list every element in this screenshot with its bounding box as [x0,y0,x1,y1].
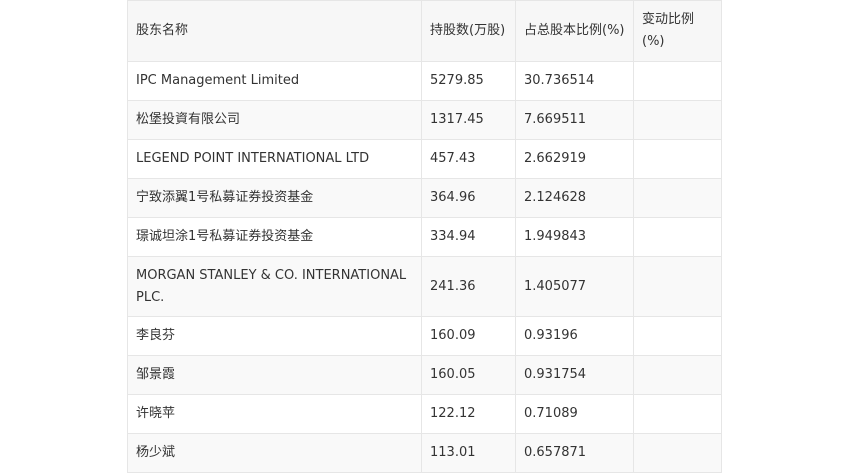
table-header-row: 股东名称 持股数(万股) 占总股本比例(%) 变动比例(%) [127,0,722,62]
cell-change [633,355,722,395]
table-row: MORGAN STANLEY & CO. INTERNATIONAL PLC. … [127,256,722,317]
cell-change [633,433,722,473]
cell-shareholder-name: 璟诚坦涂1号私募证券投资基金 [127,217,422,257]
cell-change [633,316,722,356]
table-row: 松堡投資有限公司 1317.45 7.669511 [127,100,722,140]
cell-ratio: 30.736514 [515,61,634,101]
cell-shareholder-name: 邹景霞 [127,355,422,395]
shareholder-table-container: 股东名称 持股数(万股) 占总股本比例(%) 变动比例(%) IPC Manag… [127,0,722,473]
cell-change [633,217,722,257]
cell-shareholder-name: 李良芬 [127,316,422,356]
header-shareholder-name: 股东名称 [127,0,422,62]
cell-change [633,256,722,317]
table-row: 邹景霞 160.05 0.931754 [127,355,722,395]
table-row: IPC Management Limited 5279.85 30.736514 [127,61,722,101]
cell-ratio: 0.657871 [515,433,634,473]
shareholder-table: 股东名称 持股数(万股) 占总股本比例(%) 变动比例(%) IPC Manag… [127,0,722,473]
cell-shareholder-name: 宁致添翼1号私募证券投资基金 [127,178,422,218]
table-row: 李良芬 160.09 0.93196 [127,316,722,356]
cell-change [633,100,722,140]
cell-ratio: 0.71089 [515,394,634,434]
header-ratio: 占总股本比例(%) [515,0,634,62]
cell-ratio: 1.949843 [515,217,634,257]
cell-shares: 1317.45 [421,100,516,140]
cell-shares: 241.36 [421,256,516,317]
table-row: 杨少斌 113.01 0.657871 [127,433,722,473]
cell-ratio: 0.93196 [515,316,634,356]
cell-shares: 160.09 [421,316,516,356]
cell-shares: 457.43 [421,139,516,179]
table-row: 许晓苹 122.12 0.71089 [127,394,722,434]
cell-shares: 122.12 [421,394,516,434]
cell-shareholder-name: MORGAN STANLEY & CO. INTERNATIONAL PLC. [127,256,422,317]
cell-ratio: 1.405077 [515,256,634,317]
cell-ratio: 0.931754 [515,355,634,395]
cell-shareholder-name: 许晓苹 [127,394,422,434]
table-row: LEGEND POINT INTERNATIONAL LTD 457.43 2.… [127,139,722,179]
cell-change [633,394,722,434]
cell-ratio: 2.124628 [515,178,634,218]
cell-change [633,139,722,179]
cell-ratio: 2.662919 [515,139,634,179]
header-shares: 持股数(万股) [421,0,516,62]
cell-shareholder-name: 杨少斌 [127,433,422,473]
cell-shareholder-name: 松堡投資有限公司 [127,100,422,140]
cell-change [633,178,722,218]
cell-shares: 5279.85 [421,61,516,101]
cell-shares: 113.01 [421,433,516,473]
cell-shareholder-name: IPC Management Limited [127,61,422,101]
cell-ratio: 7.669511 [515,100,634,140]
header-change: 变动比例(%) [633,0,722,62]
cell-shares: 334.94 [421,217,516,257]
table-row: 宁致添翼1号私募证券投资基金 364.96 2.124628 [127,178,722,218]
table-row: 璟诚坦涂1号私募证券投资基金 334.94 1.949843 [127,217,722,257]
cell-shares: 160.05 [421,355,516,395]
cell-change [633,61,722,101]
cell-shares: 364.96 [421,178,516,218]
cell-shareholder-name: LEGEND POINT INTERNATIONAL LTD [127,139,422,179]
